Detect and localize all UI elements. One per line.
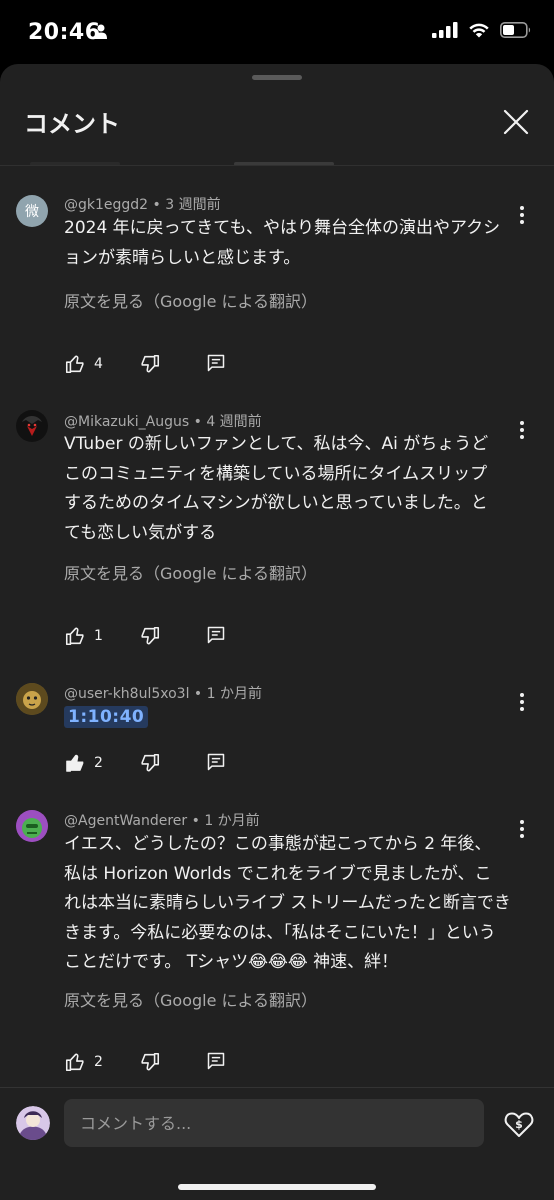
like-count: 2 [94,755,103,771]
thumbs-up-icon [65,355,84,374]
comment-text-line: ても恋しい気がする [64,522,217,543]
comment-text-line: イエス、どうしたの？この事態が起こってから 2 年後、 [64,834,492,854]
comment-author[interactable]: @Mikazuki_Augus [64,414,189,430]
comment-actions: 2 [64,1051,254,1075]
thumbs-up-icon [65,627,84,646]
person-icon [95,24,107,39]
comment-actions: 1 [64,625,254,649]
like-button[interactable]: 2 [64,1051,103,1073]
comment-actions: 2 [64,752,254,776]
drag-handle[interactable] [252,75,302,80]
like-count: 1 [94,628,103,644]
comments-sheet: コメント 微 @gk1eggd2 • 3 週間前 2024 年に戻ってきても、や… [0,64,554,1200]
comment-age: 1 か月前 [206,686,262,702]
battery-icon [500,22,531,38]
wifi-icon [469,23,489,38]
avatar[interactable] [16,410,48,442]
like-count: 4 [94,356,103,372]
like-button[interactable]: 1 [64,625,103,647]
avatar-initial: 微 [25,204,39,220]
comment-author[interactable]: @gk1eggd2 [64,197,148,213]
thumbs-down-icon [141,1052,160,1071]
reply-icon [207,753,225,771]
like-button[interactable]: 4 [64,353,103,375]
comment-text-line: れは本当に素晴らしいライブ ストリームだったと断言でき [64,893,511,913]
comment-age: 1 か月前 [204,813,260,829]
meta-separator: • [193,686,207,702]
comment-meta: @gk1eggd2 • 3 週間前 [64,194,221,214]
see-original-link[interactable]: 原文を見る（Google による翻訳） [64,987,317,1011]
dislike-button[interactable] [139,752,161,774]
comment-age: 4 週間前 [206,414,262,430]
reply-icon [207,354,225,372]
see-original-link[interactable]: 原文を見る（Google による翻訳） [64,560,317,584]
see-original-link[interactable]: 原文を見る（Google による翻訳） [64,288,317,312]
avatar-image [16,410,48,442]
comment-meta: @Mikazuki_Augus • 4 週間前 [64,411,262,431]
reply-button[interactable] [206,1051,226,1071]
avatar [16,1106,50,1140]
meta-separator: • [152,197,166,213]
cellular-signal-icon [432,22,458,38]
reply-icon [207,626,225,644]
comment-text-line: ことだけです。 Tシャツ😂😂😂 神速、絆！ [64,952,399,972]
like-count: 2 [94,1054,103,1070]
comment-text-line: きます。今私に必要なのは、「私はそこにいた！」という [64,922,496,943]
super-thanks-icon[interactable]: $ [503,1108,535,1140]
status-time: 20:46 [28,20,101,45]
dislike-button[interactable] [139,1051,161,1073]
reply-button[interactable] [206,353,226,373]
comment-text-line: するためのタイムマシンが欲しいと思っていました。と [64,493,488,513]
comment-text-line: 2024 年に戻ってきても、やはり舞台全体の演出やアクシ [64,218,501,238]
avatar[interactable]: 微 [16,195,48,227]
thumbs-down-icon [141,626,160,645]
status-indicators [432,22,532,38]
svg-text:$: $ [515,1118,523,1131]
comment-age: 3 週間前 [165,197,221,213]
thumbs-up-icon [65,1053,84,1072]
avatar[interactable] [16,810,48,842]
comment-compose-bar: $ [0,1087,554,1200]
comment-actions: 4 [64,353,254,377]
close-icon[interactable] [500,106,532,138]
avatar-image [16,1106,50,1140]
comment-text: VTuber の新しいファンとして、私は今、Ai がちょうど このコミュニティを… [64,430,524,548]
like-button[interactable]: 2 [64,752,103,774]
avatar[interactable] [16,683,48,715]
dislike-button[interactable] [139,625,161,647]
reply-button[interactable] [206,752,226,772]
comment-text-line: このコミュニティを構築している場所にタイムスリップ [64,463,488,484]
more-options-icon[interactable] [512,689,532,715]
status-bar: 20:46 [0,0,554,64]
comment-text: 2024 年に戻ってきても、やはり舞台全体の演出やアクシ ョンが素晴らしいと感じ… [64,214,524,273]
reply-button[interactable] [206,625,226,645]
timestamp-link[interactable]: 1:10:40 [64,706,149,728]
meta-separator: • [193,414,207,430]
avatar-image [16,810,48,842]
comment-text: イエス、どうしたの？この事態が起こってから 2 年後、 私は Horizon W… [64,830,524,978]
home-indicator [178,1184,376,1190]
header-divider [0,165,554,166]
reply-icon [207,1052,225,1070]
thumbs-down-icon [141,753,160,772]
dislike-button[interactable] [139,353,161,375]
comment-input[interactable] [64,1099,484,1147]
sheet-title: コメント [24,110,120,138]
comment-meta: @user-kh8ul5xo3l • 1 か月前 [64,683,262,703]
comment-text-line: ョンが素晴らしいと感じます。 [64,247,301,268]
meta-separator: • [191,813,205,829]
comment-author[interactable]: @AgentWanderer [64,813,187,829]
avatar-image [16,683,48,715]
thumbs-up-filled-icon [66,754,84,772]
comment-author[interactable]: @user-kh8ul5xo3l [64,686,189,702]
comment-text-line: VTuber の新しいファンとして、私は今、Ai がちょうど [64,434,489,454]
thumbs-down-icon [141,354,160,373]
comment-meta: @AgentWanderer • 1 か月前 [64,810,260,830]
comment-text-line: 私は Horizon Worlds でこれをライブで見ましたが、こ [64,863,492,884]
